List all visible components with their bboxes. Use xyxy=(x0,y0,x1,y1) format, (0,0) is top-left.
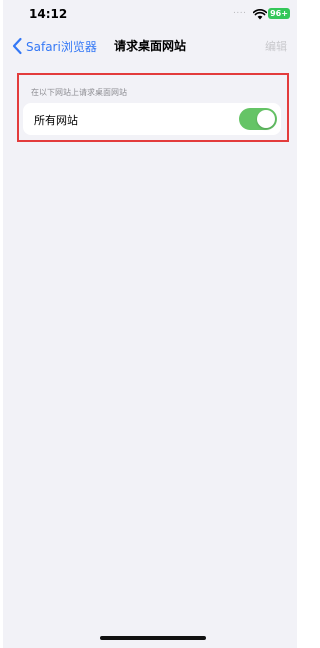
settings-screen: 14:12 .... 96+ Safari浏览器 请求桌面网站 编辑 在以下网站… xyxy=(3,0,297,648)
section-header: 在以下网站上请求桌面网站 xyxy=(31,88,127,97)
all-websites-label: 所有网站 xyxy=(34,114,78,127)
chevron-left-icon xyxy=(12,37,22,55)
status-time: 14:12 xyxy=(29,7,68,21)
back-button[interactable]: Safari浏览器 xyxy=(11,36,97,56)
signal-indicator: .... xyxy=(233,6,247,16)
all-websites-toggle[interactable] xyxy=(239,108,277,130)
toggle-knob xyxy=(257,110,275,128)
status-bar: 14:12 .... 96+ xyxy=(3,0,297,28)
navigation-bar: Safari浏览器 请求桌面网站 编辑 xyxy=(3,28,297,64)
battery-indicator: 96+ xyxy=(268,8,290,19)
back-button-label: Safari浏览器 xyxy=(26,39,97,54)
settings-group: 所有网站 xyxy=(23,103,281,135)
edit-button[interactable]: 编辑 xyxy=(265,38,287,54)
wifi-icon xyxy=(253,9,267,20)
home-indicator[interactable] xyxy=(100,636,206,640)
